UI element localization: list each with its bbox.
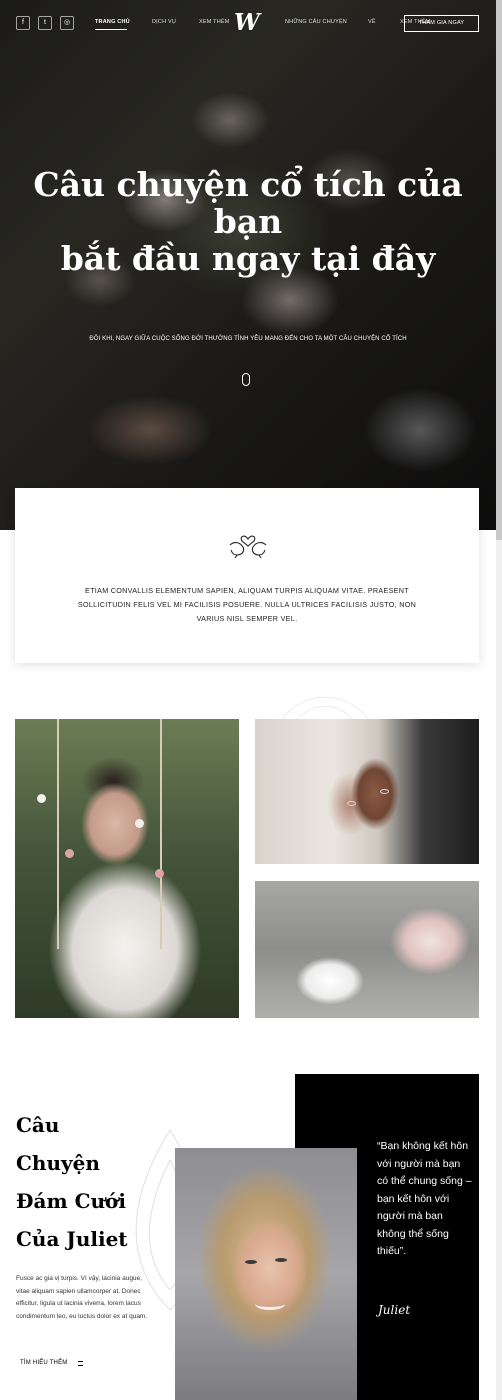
- story-title-line4: Của Juliet: [16, 1227, 128, 1251]
- bride-on-swing-photo: [15, 719, 239, 1018]
- scrollbar-thumb[interactable]: [496, 0, 502, 540]
- portrait-eye: [245, 1260, 257, 1264]
- flower-decoration: [65, 849, 74, 858]
- signature-juliet: Juliet: [378, 1303, 411, 1317]
- intro-text: ETIAM CONVALLIS ELEMENTUM SAPIEN, ALIQUA…: [77, 586, 417, 623]
- hero-title-line2: bạn: [213, 202, 283, 241]
- story-body: Fusce ac gia vị turpis. Vì vậy, lacinia …: [16, 1275, 148, 1320]
- twitter-icon[interactable]: t: [38, 16, 52, 30]
- menu-lines-icon[interactable]: [78, 1361, 83, 1366]
- flower-decoration: [135, 819, 144, 828]
- doves-heart-icon: [229, 535, 267, 559]
- page-scrollbar[interactable]: [496, 0, 502, 1400]
- flower-decoration: [155, 869, 164, 878]
- swing-rope-left: [57, 719, 59, 949]
- story-title-line1: Câu: [16, 1113, 60, 1137]
- nav-link-about[interactable]: VỀ: [368, 19, 376, 25]
- join-now-button[interactable]: THAM GIA NGAY: [404, 15, 479, 32]
- hero-title-line3: bắt đầu ngay tại đây: [60, 239, 436, 278]
- ring-detail: [347, 801, 356, 806]
- instagram-icon[interactable]: ◎: [60, 16, 74, 30]
- hero-title: Câu chuyện cổ tích của bạn bắt đầu ngay …: [0, 166, 496, 277]
- bride-portrait-photo: [175, 1148, 357, 1400]
- nav-link-stories[interactable]: NHỮNG CÂU CHUYỆN: [285, 19, 347, 25]
- nav-link-more-left[interactable]: XEM THÊM: [199, 19, 230, 25]
- learn-more-link[interactable]: TÌM HIỂU THÊM: [20, 1360, 68, 1366]
- brand-logo[interactable]: W: [234, 10, 260, 36]
- nav-link-services[interactable]: DỊCH VỤ: [152, 19, 176, 25]
- story-title-line2: Chuyện: [16, 1151, 100, 1175]
- hero-title-line1: Câu chuyện cổ tích của: [33, 165, 463, 204]
- story-title: Câu Chuyện Đám Cưới Của Juliet: [16, 1106, 166, 1258]
- wedding-hands-photo: [255, 719, 479, 864]
- page: f t ◎ TRANG CHỦ DỊCH VỤ XEM THÊM W NHỮNG…: [0, 0, 502, 1400]
- story-title-line3: Đám Cưới: [16, 1189, 126, 1213]
- wedding-quote: “Bạn không kết hôn với người mà bạn có t…: [377, 1140, 472, 1257]
- facebook-icon[interactable]: f: [16, 16, 30, 30]
- bridal-shoes-bouquet-photo: [255, 881, 479, 1018]
- flower-decoration: [37, 794, 46, 803]
- scroll-down-icon[interactable]: [242, 373, 250, 386]
- ring-detail: [380, 789, 389, 794]
- portrait-smile: [255, 1298, 285, 1310]
- intro-card: ETIAM CONVALLIS ELEMENTUM SAPIEN, ALIQUA…: [15, 488, 479, 663]
- nav-link-home[interactable]: TRANG CHỦ: [95, 19, 130, 25]
- hero-subtitle: ĐÔI KHI, NGAY GIỮA CUỘC SỐNG ĐỜI THƯỜNG …: [89, 336, 407, 342]
- hero-section: f t ◎ TRANG CHỦ DỊCH VỤ XEM THÊM W NHỮNG…: [0, 0, 496, 530]
- swing-rope-right: [160, 719, 162, 949]
- active-nav-underline: [95, 29, 127, 30]
- top-navigation: f t ◎ TRANG CHỦ DỊCH VỤ XEM THÊM W NHỮNG…: [0, 0, 496, 48]
- portrait-eye: [275, 1258, 287, 1262]
